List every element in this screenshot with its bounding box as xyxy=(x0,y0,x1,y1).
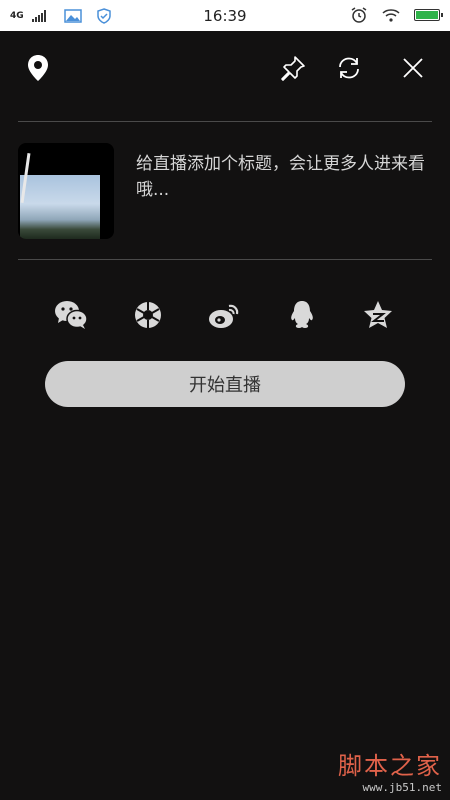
watermark-title: 脚本之家 xyxy=(338,752,442,780)
watermark-url: www.jb51.net xyxy=(362,781,442,794)
close-button[interactable] xyxy=(393,48,433,88)
title-input[interactable]: 给直播添加个标题，会让更多人进来看哦... xyxy=(136,151,432,203)
refresh-icon xyxy=(339,57,359,79)
watermark: 脚本之家 www.jb51.net xyxy=(338,746,442,794)
share-qq[interactable] xyxy=(283,296,321,334)
close-icon xyxy=(403,58,423,78)
qzone-icon xyxy=(364,301,392,328)
start-live-button[interactable]: 开始直播 xyxy=(45,361,405,407)
qq-icon xyxy=(291,301,313,328)
moments-icon xyxy=(135,302,161,328)
pin-button[interactable] xyxy=(273,48,313,88)
location-button[interactable] xyxy=(18,48,58,88)
cover-photo xyxy=(20,175,100,239)
alarm-icon xyxy=(351,7,367,23)
cover-image[interactable] xyxy=(18,143,114,239)
status-bar: 4G 16:39 xyxy=(0,0,450,31)
weibo-icon xyxy=(209,304,239,328)
divider-top xyxy=(18,121,432,122)
battery-icon xyxy=(414,9,443,21)
wifi-icon xyxy=(382,9,400,22)
wechat-icon xyxy=(55,301,88,329)
status-right xyxy=(350,6,443,24)
divider-bottom xyxy=(18,259,432,260)
map-pin-icon xyxy=(28,55,48,81)
pin-icon xyxy=(281,56,305,81)
refresh-button[interactable] xyxy=(329,48,369,88)
share-weibo[interactable] xyxy=(205,296,243,334)
share-wechat[interactable] xyxy=(52,296,90,334)
share-moments[interactable] xyxy=(129,296,167,334)
share-qzone[interactable] xyxy=(359,296,397,334)
